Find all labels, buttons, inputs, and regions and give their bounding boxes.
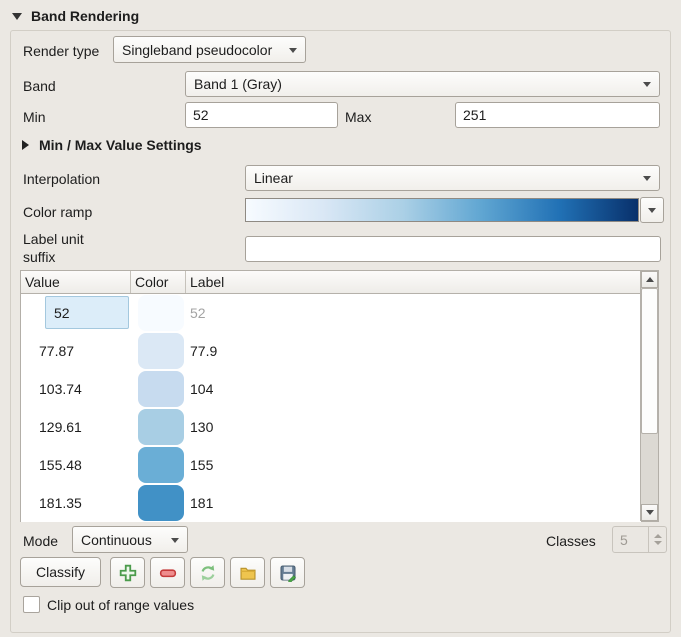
minus-icon (159, 564, 177, 582)
spin-down-icon (654, 541, 662, 545)
chevron-down-icon (643, 82, 651, 87)
mode-label: Mode (23, 533, 58, 549)
color-swatch[interactable] (138, 333, 184, 369)
color-cell[interactable] (131, 370, 186, 408)
render-type-combobox[interactable]: Singleband pseudocolor (113, 36, 306, 63)
column-header-value[interactable]: Value (21, 271, 131, 293)
color-swatch[interactable] (138, 409, 184, 445)
classes-value: 5 (620, 532, 628, 548)
chevron-down-icon (648, 208, 656, 213)
save-icon (279, 564, 297, 582)
color-swatch[interactable] (138, 371, 184, 407)
arrow-down-icon (646, 510, 654, 515)
color-cell[interactable] (131, 408, 186, 446)
value-cell[interactable]: 103.74 (21, 370, 131, 408)
render-type-label: Render type (23, 43, 99, 59)
classes-label: Classes (546, 533, 596, 549)
chevron-down-icon (171, 538, 179, 543)
color-swatch[interactable] (138, 447, 184, 483)
classes-spinbox: 5 (612, 526, 667, 553)
color-ramp-label: Color ramp (23, 204, 92, 220)
interpolation-value: Linear (254, 170, 293, 186)
table-body: 52 52 77.87 77.9 (21, 294, 641, 522)
table-row[interactable]: 103.74 104 (21, 370, 641, 408)
clip-out-of-range-checkbox[interactable] (23, 596, 40, 613)
panel-title: Band Rendering (31, 8, 139, 24)
plus-icon (119, 564, 137, 582)
spin-up-icon (654, 534, 662, 538)
band-combobox[interactable]: Band 1 (Gray) (185, 71, 660, 97)
classification-table: Value Color Label 52 52 77.87 (20, 270, 659, 522)
arrow-up-icon (646, 277, 654, 282)
spin-buttons (648, 527, 666, 552)
label-cell[interactable]: 104 (186, 370, 641, 408)
color-cell[interactable] (131, 484, 186, 522)
save-color-map-button[interactable] (270, 557, 305, 588)
mode-combobox[interactable]: Continuous (72, 526, 188, 553)
table-row[interactable]: 77.87 77.9 (21, 332, 641, 370)
column-header-label[interactable]: Label (186, 271, 641, 293)
color-swatch[interactable] (138, 485, 184, 521)
color-ramp-preview[interactable] (245, 198, 639, 222)
value-editor[interactable]: 52 (45, 296, 129, 329)
color-cell[interactable] (131, 294, 186, 332)
interpolation-combobox[interactable]: Linear (245, 165, 660, 191)
max-label: Max (345, 109, 371, 125)
label-unit-suffix-input[interactable] (245, 236, 661, 262)
label-cell[interactable]: 155 (186, 446, 641, 484)
band-rendering-panel: Band Rendering Render type Singleband ps… (0, 0, 681, 637)
label-cell[interactable]: 52 (186, 294, 641, 332)
table-row[interactable]: 155.48 155 (21, 446, 641, 484)
value-cell[interactable]: 181.35 (21, 484, 131, 522)
expand-arrow-icon (22, 140, 29, 150)
render-type-value: Singleband pseudocolor (122, 42, 272, 58)
label-unit-suffix-label: Label unit suffix (23, 230, 115, 266)
scroll-up-button[interactable] (641, 271, 658, 288)
min-label: Min (23, 109, 46, 125)
clip-out-of-range-label: Clip out of range values (47, 597, 194, 613)
label-cell[interactable]: 181 (186, 484, 641, 522)
color-cell[interactable] (131, 332, 186, 370)
chevron-down-icon (289, 48, 297, 53)
vertical-scrollbar[interactable] (640, 271, 658, 521)
refresh-button[interactable] (190, 557, 225, 588)
remove-entry-button[interactable] (150, 557, 185, 588)
interpolation-label: Interpolation (23, 171, 100, 187)
mode-value: Continuous (81, 532, 152, 548)
table-row[interactable]: 129.61 130 (21, 408, 641, 446)
table-row[interactable]: 52 52 (21, 294, 641, 332)
color-cell[interactable] (131, 446, 186, 484)
scroll-down-button[interactable] (641, 504, 658, 521)
band-value: Band 1 (Gray) (194, 76, 282, 92)
min-input[interactable] (185, 102, 338, 128)
value-cell[interactable]: 52 (21, 294, 131, 332)
load-color-map-button[interactable] (230, 557, 265, 588)
collapse-arrow-icon (12, 13, 22, 20)
color-ramp-dropdown-button[interactable] (640, 197, 664, 223)
value-cell[interactable]: 155.48 (21, 446, 131, 484)
minmax-settings-group-header[interactable]: Min / Max Value Settings (22, 137, 202, 153)
band-rendering-group-header[interactable]: Band Rendering (12, 8, 139, 24)
refresh-icon (199, 564, 217, 582)
label-cell[interactable]: 77.9 (186, 332, 641, 370)
minmax-settings-label: Min / Max Value Settings (39, 137, 202, 153)
color-swatch[interactable] (138, 295, 184, 331)
chevron-down-icon (643, 176, 651, 181)
table-row[interactable]: 181.35 181 (21, 484, 641, 522)
column-header-color[interactable]: Color (131, 271, 186, 293)
table-header: Value Color Label (21, 271, 641, 294)
max-input[interactable] (455, 102, 660, 128)
label-cell[interactable]: 130 (186, 408, 641, 446)
folder-icon (239, 564, 257, 582)
classify-button[interactable]: Classify (20, 557, 101, 587)
value-cell[interactable]: 77.87 (21, 332, 131, 370)
value-cell[interactable]: 129.61 (21, 408, 131, 446)
add-entry-button[interactable] (110, 557, 145, 588)
band-label: Band (23, 78, 56, 94)
scrollbar-thumb[interactable] (641, 288, 658, 434)
